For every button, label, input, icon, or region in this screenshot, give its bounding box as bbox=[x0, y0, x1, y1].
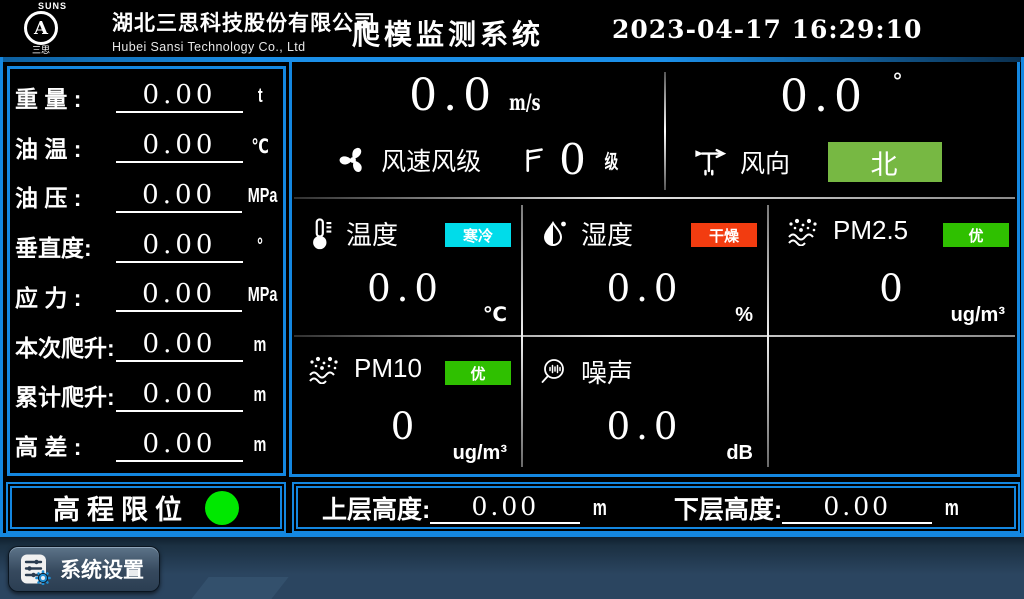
datetime-display: 2023-04-17 16:29:10 bbox=[612, 15, 922, 44]
system-settings-button[interactable]: 系统设置 bbox=[8, 546, 160, 592]
upper-height-group: 上层高度: 0.00 m bbox=[322, 490, 610, 526]
particles-icon bbox=[785, 216, 823, 246]
grid-divider-horizontal-1 bbox=[294, 197, 1015, 199]
measurement-row-oil-temp: 油 温 : 0.00 ℃ bbox=[15, 122, 278, 172]
elevation-limit-status-light bbox=[205, 491, 239, 525]
footer-accent-shape bbox=[191, 577, 288, 599]
pm25-unit: ug/m³ bbox=[951, 304, 1005, 327]
pm10-unit: ug/m³ bbox=[453, 442, 507, 465]
temperature-status-badge: 寒冷 bbox=[445, 223, 511, 247]
verticality-value: 0.00 bbox=[116, 230, 242, 263]
total-climb-value: 0.00 bbox=[116, 379, 242, 412]
grid-divider-vertical-2 bbox=[767, 205, 769, 467]
sensor-cell-temperature: 温度 寒冷 0.0 ℃ bbox=[292, 201, 519, 335]
wind-vane-icon bbox=[692, 144, 728, 180]
upper-height-unit: m bbox=[593, 495, 607, 521]
sensor-cell-noise: 噪声 0.0 dB bbox=[525, 339, 765, 473]
sensor-cell-pm25: PM2.5 优 0 ug/m³ bbox=[771, 201, 1017, 335]
noise-label: 噪声 bbox=[581, 353, 633, 390]
company-name-cn: 湖北三思科技股份有限公司 bbox=[112, 7, 376, 37]
humidity-value: 0.0 bbox=[525, 267, 765, 310]
humidity-label: 湿度 bbox=[581, 215, 633, 252]
wind-direction-badge: 北 bbox=[828, 142, 942, 182]
measurement-row-weight: 重 量 : 0.00 t bbox=[15, 72, 278, 122]
grid-divider-horizontal-2 bbox=[294, 335, 1015, 337]
pm25-label: PM2.5 bbox=[833, 215, 908, 246]
grid-divider-vertical-1 bbox=[521, 205, 523, 467]
temperature-label: 温度 bbox=[346, 215, 398, 252]
layer-heights-box: 上层高度: 0.00 m 下层高度: 0.00 m bbox=[292, 482, 1020, 533]
logo-bottom-text: 三思 bbox=[24, 45, 110, 55]
lower-height-unit: m bbox=[945, 495, 959, 521]
wind-speed-value: 0.0 bbox=[409, 70, 497, 121]
wind-direction-label: 风向 bbox=[740, 144, 790, 180]
page-title: 爬模监测系统 bbox=[352, 13, 544, 53]
company-name: 湖北三思科技股份有限公司 Hubei Sansi Technology Co.,… bbox=[112, 7, 376, 54]
wind-direction-unit: ° bbox=[892, 70, 903, 95]
measurement-row-total-climb: 累计爬升: 0.00 m bbox=[15, 371, 278, 421]
company-name-en: Hubei Sansi Technology Co., Ltd bbox=[112, 40, 376, 54]
sensor-cell-empty bbox=[771, 339, 1017, 473]
weight-value: 0.00 bbox=[116, 80, 242, 113]
measurement-row-oil-pressure: 油 压 : 0.00 MPa bbox=[15, 172, 278, 222]
humidity-unit: % bbox=[735, 304, 753, 327]
system-settings-label: 系统设置 bbox=[60, 554, 144, 584]
wind-level-unit: 级 bbox=[605, 147, 619, 174]
settings-sliders-gear-icon bbox=[19, 553, 51, 585]
wind-level-flag-icon bbox=[519, 145, 549, 175]
logo-circle-icon: A bbox=[24, 11, 58, 45]
fan-icon bbox=[335, 142, 371, 178]
noise-magnifier-icon bbox=[539, 356, 571, 388]
current-climb-value: 0.00 bbox=[116, 329, 242, 362]
oil-pressure-value: 0.00 bbox=[116, 180, 242, 213]
height-diff-value: 0.00 bbox=[116, 429, 242, 462]
noise-unit: dB bbox=[726, 442, 753, 465]
measurement-row-current-climb: 本次爬升: 0.00 m bbox=[15, 321, 278, 371]
pm25-status-badge: 优 bbox=[943, 223, 1009, 247]
wind-speed-block: 0.0 m/s 风速风级 0 级 bbox=[292, 62, 664, 197]
pm10-label: PM10 bbox=[354, 353, 422, 384]
thermometer-icon bbox=[306, 217, 336, 251]
sensor-cell-pm10: PM10 优 0 ug/m³ bbox=[292, 339, 519, 473]
measurement-panel: 重 量 : 0.00 t 油 温 : 0.00 ℃ 油 压 : 0.00 MPa… bbox=[7, 66, 286, 476]
upper-height-value: 0.00 bbox=[430, 492, 580, 524]
lower-height-value: 0.00 bbox=[782, 492, 932, 524]
wind-speed-label: 风速风级 bbox=[381, 142, 481, 178]
header: SUNS A 三思 湖北三思科技股份有限公司 Hubei Sansi Techn… bbox=[0, 0, 1024, 57]
measurement-row-height-diff: 高 差 : 0.00 m bbox=[15, 420, 278, 470]
logo-top-text: SUNS bbox=[24, 1, 110, 11]
stress-value: 0.00 bbox=[116, 279, 242, 312]
elevation-limit-box: 高程限位 bbox=[6, 482, 286, 533]
wind-direction-block: 0.0 ° 风向 北 bbox=[666, 62, 1017, 197]
lower-height-label: 下层高度: bbox=[674, 490, 782, 526]
pm10-status-badge: 优 bbox=[445, 361, 511, 385]
droplet-icon bbox=[539, 218, 571, 250]
wind-speed-unit: m/s bbox=[509, 90, 540, 116]
wind-level-value: 0 bbox=[559, 138, 586, 182]
oil-temp-value: 0.00 bbox=[116, 130, 242, 163]
measurement-row-stress: 应 力 : 0.00 MPa bbox=[15, 271, 278, 321]
temperature-unit: ℃ bbox=[483, 302, 507, 327]
sensor-cell-humidity: 湿度 干燥 0.0 % bbox=[525, 201, 765, 335]
footer-bar: 系统设置 bbox=[0, 537, 1024, 599]
lower-height-group: 下层高度: 0.00 m bbox=[674, 490, 962, 526]
elevation-limit-label: 高程限位 bbox=[53, 488, 189, 527]
wind-direction-value: 0.0 bbox=[780, 71, 868, 122]
particles-icon bbox=[306, 354, 344, 384]
company-logo: SUNS A 三思 bbox=[24, 1, 110, 56]
environment-panel: 0.0 m/s 风速风级 0 级 0.0 ° bbox=[289, 62, 1020, 477]
upper-height-label: 上层高度: bbox=[322, 490, 430, 526]
frame-border-left bbox=[0, 57, 3, 537]
humidity-status-badge: 干燥 bbox=[691, 223, 757, 247]
measurement-row-verticality: 垂直度: 0.00 ° bbox=[15, 221, 278, 271]
